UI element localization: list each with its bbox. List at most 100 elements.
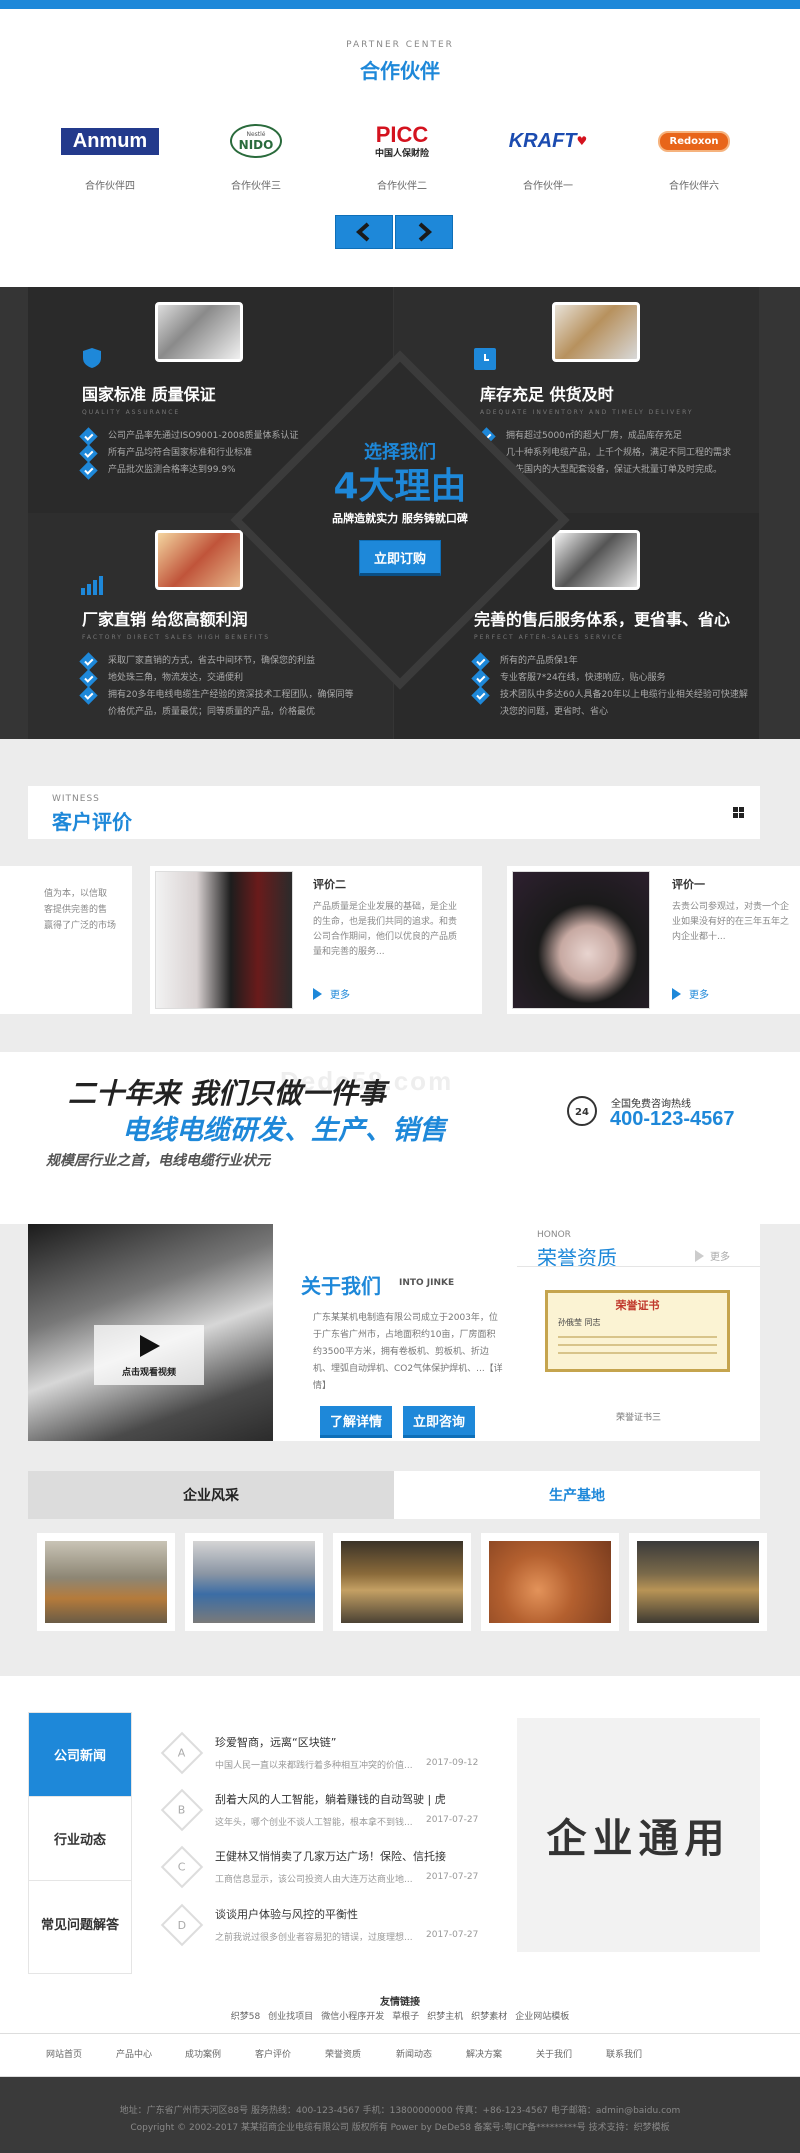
friend-link[interactable]: 微信小程序开发 (321, 2009, 384, 2022)
footer-copyright: Copyright © 2002-2017 某某招商企业电缆有限公司 版权所有 … (130, 2123, 670, 2133)
reason-list-item: 拥有20多年电线电缆生产经验的资深技术工程团队，确保同等 (79, 686, 392, 705)
gallery-image[interactable] (629, 1533, 767, 1631)
witness-subtitle: WITNESS (52, 794, 100, 804)
honor-panel: HONOR 荣誉资质 更多 荣誉证书 孙俄莹 同志 荣誉证书三 (517, 1224, 760, 1441)
footer: 地址：广东省广州市天河区88号 服务热线：400-123-4567 手机：138… (0, 2077, 800, 2153)
nav-solutions[interactable]: 解决方案 (466, 2047, 502, 2060)
friend-link[interactable]: 织梦主机 (427, 2009, 463, 2022)
check-icon (471, 669, 490, 688)
news-brand-image: 企业通用 (517, 1718, 760, 1952)
center-big-text: 4大理由 (333, 466, 467, 507)
hotline-number: 400-123-4567 (610, 1108, 735, 1130)
tab-industry-news[interactable]: 行业动态 (29, 1797, 131, 1881)
news-date: 2017-07-27 (426, 1815, 479, 1825)
review-more-link[interactable]: 更多 (313, 986, 350, 1001)
friend-link[interactable]: 织梦素材 (471, 2009, 507, 2022)
news-title[interactable]: 王健林又悄悄卖了几家万达广场！保险、信托接 (215, 1848, 446, 1864)
news-summary: 中国人民一直以来都践行着多种相互冲突的价值... (215, 1761, 413, 1771)
reason-title: 完善的售后服务体系，更省事、省心 (474, 610, 731, 629)
friend-link[interactable]: 企业网站模板 (515, 2009, 569, 2022)
partner-logo-4[interactable]: KRAFT ♥ 合作伙伴一 (475, 119, 621, 193)
nav-news[interactable]: 新闻动态 (396, 2047, 432, 2060)
svg-text:24: 24 (575, 1107, 589, 1118)
nav-about[interactable]: 关于我们 (536, 2047, 572, 2060)
news-summary: 工商信息显示，该公司投资人由大连万达商业地... (215, 1875, 413, 1885)
check-icon (79, 652, 98, 671)
gallery-image[interactable] (333, 1533, 471, 1631)
nav-products[interactable]: 产品中心 (116, 2047, 152, 2060)
banner-line-3: 规模居行业之首，电线电缆行业状元 (46, 1153, 270, 1169)
about-title-en: INTO JINKE (399, 1278, 455, 1288)
nido-logo: Nestlé NIDO (230, 124, 282, 158)
honor-subtitle: HONOR (537, 1230, 571, 1240)
reviewer-avatar (512, 871, 650, 1009)
partner-logo-5[interactable]: Redoxon 合作伙伴六 (621, 119, 767, 192)
nav-honors[interactable]: 荣誉资质 (325, 2047, 361, 2060)
reason-list-item: 技术团队中多达60人具备20年以上电缆行业相关经验可快速解 (471, 686, 774, 705)
consult-now-button[interactable]: 立即咨询 (403, 1406, 475, 1438)
nav-home[interactable]: 网站首页 (46, 2047, 82, 2060)
review-card[interactable]: 评价一 去贵公司参观过，对贵一个企业如果没有好的在三年五年之内企业都十... 更… (507, 866, 800, 1014)
news-title[interactable]: 珍爱智商，远离“区块链” (215, 1734, 336, 1750)
news-date: 2017-07-27 (426, 1872, 479, 1882)
news-title[interactable]: 刮着大风的人工智能，躺着赚钱的自动驾驶 | 虎 (215, 1791, 446, 1807)
friend-link[interactable]: 创业找项目 (268, 2009, 313, 2022)
reason-list-item: 采取厂家直销的方式，省去中间环节，确保您的利益 (79, 652, 392, 671)
review-card[interactable]: 评价二 产品质量是企业发展的基础，是企业的生命，也是我们共同的追求。和贵公司合作… (150, 866, 482, 1014)
banner-line-2: 电线电缆研发、生产、销售 (122, 1115, 446, 1146)
reason-list-item: 价格优产品，质量最优；同等质量的产品，价格最优 (108, 707, 316, 717)
business-team-photo (155, 302, 243, 362)
witness-header: WITNESS 客户评价 (28, 786, 760, 839)
partner-logo-1[interactable]: Anmum 合作伙伴四 (37, 119, 183, 192)
heart-icon: ♥ (576, 134, 588, 148)
review-name: 评价一 (672, 878, 705, 891)
links-title: 友情链接 (380, 1997, 420, 2008)
gallery-image[interactable] (37, 1533, 175, 1631)
news-title[interactable]: 谈谈用户体验与风控的平衡性 (215, 1906, 358, 1922)
about-panel: 关于我们 INTO JINKE 广东某某机电制造有限公司成立于2003年，位于广… (273, 1224, 517, 1441)
reason-list-item: 几十种系列电缆产品，上千个规格，满足不同工程的需求 (477, 444, 780, 463)
honor-caption: 荣誉证书三 (615, 1413, 661, 1423)
honor-more-link[interactable]: 更多 (695, 1248, 730, 1263)
next-button[interactable] (395, 215, 453, 249)
reason-title: 库存充足 供货及时 (480, 385, 614, 404)
review-name: 评价二 (313, 878, 346, 891)
grid-icon[interactable] (733, 807, 744, 818)
check-icon (79, 669, 98, 688)
learn-more-button[interactable]: 了解详情 (320, 1406, 392, 1438)
partner-logo-2[interactable]: Nestlé NIDO 合作伙伴三 (183, 119, 329, 192)
reason-4: 完善的售后服务体系，更省事、省心 PERFECT AFTER-SALES SER… (471, 606, 774, 721)
partner-caption: 合作伙伴一 (523, 181, 573, 192)
kraft-logo: KRAFT (508, 129, 577, 152)
nav-contact[interactable]: 联系我们 (606, 2047, 642, 2060)
friend-link[interactable]: 织梦58 (231, 2009, 260, 2022)
nav-reviews[interactable]: 客户评价 (255, 2047, 291, 2060)
nav-cases[interactable]: 成功案例 (185, 2047, 221, 2060)
partner-caption: 合作伙伴六 (669, 181, 719, 192)
friend-links-section: 友情链接 织梦58 创业找项目 微信小程序开发 草根子 织梦主机 织梦素材 企业… (0, 1983, 800, 2033)
news-date: 2017-09-12 (426, 1758, 479, 1768)
reason-list-item: 拥有超过5000㎡的超大厂房，成品库存充足 (477, 427, 780, 446)
review-more-link[interactable]: 更多 (672, 986, 709, 1001)
news-summary: 这年头，哪个创业不谈人工智能，根本拿不到钱... (215, 1818, 413, 1828)
about-video[interactable]: 点击观看视频 (28, 1224, 273, 1441)
reason-list-item: 专业客服7*24在线，快速响应，贴心服务 (471, 669, 774, 688)
prev-button[interactable] (335, 215, 393, 249)
gallery-image[interactable] (185, 1533, 323, 1631)
partner-caption: 合作伙伴四 (85, 181, 135, 192)
check-icon (79, 427, 98, 446)
money-photo (155, 530, 243, 590)
honor-certificate[interactable]: 荣誉证书 孙俄莹 同志 (545, 1290, 730, 1372)
tab-production-base[interactable]: 生产基地 (394, 1471, 760, 1519)
tab-company-news[interactable]: 公司新闻 (29, 1713, 131, 1797)
review-text: 去贵公司参观过，对贵一个企业如果没有好的在三年五年之内企业都十... (672, 902, 790, 942)
tab-enterprise-style[interactable]: 企业风采 (28, 1471, 394, 1519)
friend-link[interactable]: 草根子 (392, 2009, 419, 2022)
tab-faq[interactable]: 常见问题解答 (29, 1881, 131, 1965)
partner-subtitle: PARTNER CENTER (346, 40, 454, 50)
gallery-image[interactable] (481, 1533, 619, 1631)
check-icon (79, 444, 98, 463)
top-accent-bar (0, 0, 800, 9)
partner-logo-3[interactable]: PICC 中国人保财险 合作伙伴二 (329, 119, 475, 192)
order-now-button[interactable]: 立即订购 (359, 540, 441, 576)
